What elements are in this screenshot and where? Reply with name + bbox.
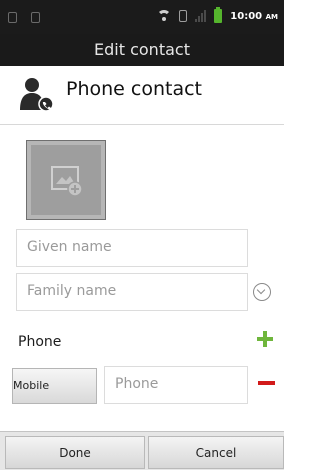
page-title: Edit contact bbox=[94, 40, 190, 59]
account-header: Phone contact bbox=[0, 66, 284, 125]
sd-icon bbox=[31, 12, 40, 23]
account-name: Phone contact bbox=[66, 78, 202, 100]
expand-name-icon[interactable] bbox=[253, 283, 271, 301]
clock: 10:00 AM bbox=[230, 10, 278, 22]
family-name-field[interactable]: Family name bbox=[16, 273, 248, 311]
cancel-button[interactable]: Cancel bbox=[148, 436, 284, 469]
phone-type-button[interactable]: Mobile bbox=[12, 368, 97, 404]
usb-icon bbox=[8, 12, 17, 23]
signal-icon bbox=[195, 10, 207, 22]
given-name-field[interactable]: Given name bbox=[16, 229, 248, 267]
done-button[interactable]: Done bbox=[5, 436, 145, 469]
add-photo-icon bbox=[51, 166, 83, 197]
contact-photo-button[interactable] bbox=[26, 140, 106, 220]
phone-type-label: Mobile bbox=[13, 379, 50, 392]
title-bar: Edit contact bbox=[0, 34, 284, 66]
add-phone-icon[interactable] bbox=[255, 329, 275, 349]
status-bar: 10:00 AM bbox=[0, 0, 284, 34]
phone-section-label: Phone bbox=[18, 334, 62, 350]
remove-phone-icon[interactable] bbox=[258, 381, 275, 385]
wifi-icon bbox=[157, 10, 172, 22]
phone-number-field[interactable]: Phone bbox=[104, 366, 248, 404]
sim-icon bbox=[179, 10, 188, 22]
battery-icon bbox=[214, 7, 223, 23]
contact-person-icon bbox=[20, 78, 54, 112]
